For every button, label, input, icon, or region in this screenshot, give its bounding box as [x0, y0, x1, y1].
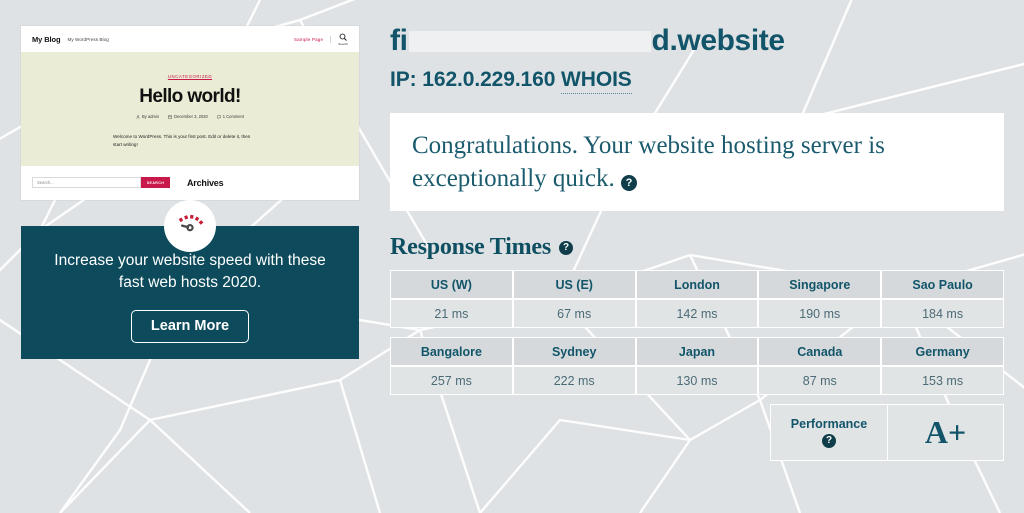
table-row-locations-2: Bangalore Sydney Japan Canada Germany: [390, 337, 1004, 366]
response-times-title: Response Times: [390, 234, 552, 260]
table-value-cell: 130 ms: [635, 366, 759, 395]
table-header-cell: Bangalore: [390, 337, 513, 366]
preview-site-header: My Blog My WordPress Blog Sample Page Se…: [21, 26, 359, 52]
calendar-icon: [168, 115, 172, 119]
learn-more-button[interactable]: Learn More: [130, 310, 250, 344]
preview-site-tagline: My WordPress Blog: [67, 36, 109, 42]
preview-post-body: Welcome to WordPress. This is your first…: [113, 134, 251, 148]
domain-prefix: fi: [390, 24, 408, 57]
website-preview-card[interactable]: My Blog My WordPress Blog Sample Page Se…: [21, 26, 359, 201]
performance-help-icon[interactable]: ?: [822, 434, 836, 448]
ip-address-line: IP: 162.0.229.160 WHOIS: [390, 68, 1004, 94]
table-header-cell: Canada: [758, 337, 882, 366]
performance-grade-value: A+: [888, 404, 1004, 461]
preview-search-label: Search: [338, 41, 348, 46]
preview-site-footer: Search... SEARCH Archives: [21, 166, 359, 201]
table-value-cell: 67 ms: [512, 299, 636, 328]
preview-archives-heading: Archives: [187, 177, 224, 188]
preview-meta-author-text: By admin: [142, 114, 160, 119]
domain-redaction-overlay: [408, 31, 651, 52]
nav-divider: [330, 35, 332, 43]
domain-heading: fi d.website: [390, 24, 1004, 62]
preview-meta-date: December 3, 2020: [168, 114, 208, 119]
table-header-cell: Singapore: [758, 270, 882, 299]
congratulations-message: Congratulations. Your website hosting se…: [412, 132, 885, 192]
preview-search-placeholder: Search...: [37, 180, 54, 186]
promo-card: Increase your website speed with these f…: [21, 200, 359, 360]
table-row-values-1: 21 ms 67 ms 142 ms 190 ms 184 ms: [390, 299, 1004, 328]
left-column: My Blog My WordPress Blog Sample Page Se…: [21, 26, 359, 360]
table-header-cell: Germany: [881, 337, 1004, 366]
domain-suffix: d.website: [651, 24, 786, 57]
response-times-heading: Response Times ?: [390, 234, 1004, 261]
table-row-locations-1: US (W) US (E) London Singapore Sao Paulo: [390, 270, 1004, 299]
congratulations-help-icon[interactable]: ?: [620, 175, 637, 191]
performance-row: Performance ? A+: [390, 404, 1004, 461]
search-icon: [339, 33, 347, 41]
response-times-help-icon[interactable]: ?: [559, 240, 574, 255]
performance-grade-box: Performance ? A+: [770, 404, 1004, 461]
preview-hero: UNCATEGORIZED Hello world! By admin Dece…: [21, 52, 359, 167]
table-header-cell: Sydney: [512, 337, 636, 366]
table-value-cell: 153 ms: [881, 366, 1004, 395]
table-value-cell: 142 ms: [635, 299, 759, 328]
table-row-values-2: 257 ms 222 ms 130 ms 87 ms 153 ms: [390, 366, 1004, 395]
preview-search-button[interactable]: SEARCH: [141, 177, 170, 189]
whois-link[interactable]: WHOIS: [561, 68, 632, 94]
preview-meta-author: By admin: [136, 114, 159, 119]
preview-search-toggle[interactable]: Search: [338, 33, 348, 46]
preview-search-input[interactable]: Search...: [32, 177, 141, 189]
table-header-cell: Sao Paulo: [881, 270, 1004, 299]
preview-site-brand: My Blog: [32, 34, 61, 44]
congratulations-banner: Congratulations. Your website hosting se…: [390, 113, 1004, 211]
user-icon: [136, 114, 140, 119]
ip-label: IP:: [390, 68, 417, 91]
preview-post-title: Hello world!: [139, 86, 241, 107]
ip-value: 162.0.229.160: [422, 68, 556, 91]
table-header-cell: US (W): [390, 270, 513, 299]
table-header-cell: Japan: [635, 337, 759, 366]
table-header-cell: London: [635, 270, 759, 299]
performance-label: Performance: [790, 417, 868, 431]
congratulations-message-wrap: Congratulations. Your website hosting se…: [412, 130, 982, 195]
speedometer-icon: [164, 200, 216, 253]
preview-post-category[interactable]: UNCATEGORIZED: [168, 74, 212, 79]
table-value-cell: 87 ms: [758, 366, 882, 395]
right-column: fi d.website IP: 162.0.229.160 WHOIS Con…: [390, 0, 1004, 461]
preview-meta-date-text: December 3, 2020: [174, 114, 208, 119]
table-value-cell: 21 ms: [390, 299, 513, 328]
comment-icon: [216, 114, 221, 119]
table-value-cell: 184 ms: [881, 299, 1004, 328]
preview-meta-comments-text: 1 Comment: [222, 114, 244, 119]
table-value-cell: 257 ms: [390, 366, 513, 395]
preview-site-nav: Sample Page Search: [294, 33, 348, 46]
promo-text: Increase your website speed with these f…: [54, 252, 326, 292]
preview-post-meta: By admin December 3, 2020 1 Comment: [21, 114, 359, 119]
performance-label-cell: Performance ?: [770, 404, 888, 461]
table-group-spacer: [390, 328, 1004, 337]
table-header-cell: US (E): [512, 270, 636, 299]
table-value-cell: 222 ms: [512, 366, 636, 395]
table-value-cell: 190 ms: [758, 299, 882, 328]
preview-meta-comments: 1 Comment: [216, 114, 244, 119]
response-times-table: US (W) US (E) London Singapore Sao Paulo…: [390, 270, 1004, 328]
response-times-table-2: Bangalore Sydney Japan Canada Germany 25…: [390, 337, 1004, 395]
preview-nav-sample-page[interactable]: Sample Page: [294, 37, 323, 42]
